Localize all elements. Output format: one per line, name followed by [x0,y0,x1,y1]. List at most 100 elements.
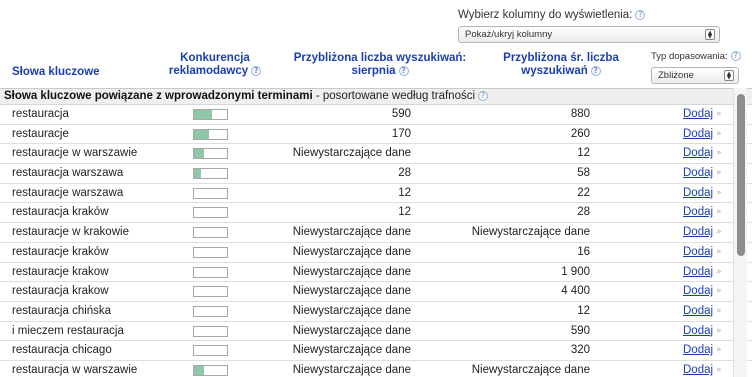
chevron-icon[interactable]: » [716,164,722,183]
avg-searches-cell: Niewystarczające dane [471,363,590,376]
header-august-searches[interactable]: Przybliżona liczba wyszukiwań: sierpnia? [285,52,475,78]
chevron-icon[interactable]: » [716,144,722,163]
avg-searches-cell: 58 [577,167,590,180]
scrollbar-thumb[interactable] [737,94,745,256]
keyword-cell: restauracje warszawa [12,186,124,199]
chevron-icon[interactable]: » [716,361,722,377]
chevron-icon[interactable]: » [716,302,722,321]
keyword-cell: restauracje w krakowie [12,226,129,239]
header-competition[interactable]: Konkurencja reklamodawcy? [160,52,270,78]
avg-searches-cell: Niewystarczające dane [471,226,590,239]
august-searches-cell: Niewystarczające dane [292,304,411,317]
table-row: restauracje w krakowie Niewystarczające d… [0,223,752,243]
add-keyword-link[interactable]: Dodaj [683,302,713,321]
chevron-icon[interactable]: » [716,282,722,301]
table-row: restauracje warszawa 12 22 Dodaj» [0,184,752,204]
scrollbar[interactable] [733,88,747,377]
keyword-cell: restauracja chicago [12,344,112,357]
table-row: restauracja 590 880 Dodaj» [0,105,752,125]
competition-bar-fill [194,365,204,375]
match-type: Typ dopasowania:? Zbliżone ▲ ▼ [651,51,741,84]
add-keyword-link[interactable]: Dodaj [683,144,713,163]
add-keyword-link[interactable]: Dodaj [683,361,713,377]
august-searches-cell: Niewystarczające dane [292,226,411,239]
avg-searches-cell: 260 [570,127,590,140]
chevron-icon[interactable]: » [716,243,722,262]
august-searches-cell: Niewystarczające dane [292,245,411,258]
match-type-label: Typ dopasowania:? [651,51,741,62]
competition-bar [193,266,228,278]
avg-searches-cell: 16 [577,245,590,258]
competition-bar-fill [194,129,209,139]
august-searches-cell: 12 [398,206,411,219]
help-icon[interactable]: ? [635,9,646,20]
table-row: restauracja warszawa 28 58 Dodaj» [0,164,752,184]
table-row: restauracje krakow Niewystarczające dane 1… [0,263,752,283]
keyword-cell: restauracje krakow [12,265,109,278]
help-icon[interactable]: ? [730,51,741,62]
keyword-cell: restauracja chińska [12,304,112,317]
add-keyword-link[interactable]: Dodaj [683,125,713,144]
table-row: restauracje kraków Niewystarczające dane 1… [0,243,752,263]
table-body: restauracja 590 880 Dodaj» restauracje 170 260… [0,105,752,377]
help-icon[interactable]: ? [590,65,601,76]
select-arrows-icon: ▲ ▼ [724,70,734,81]
add-keyword-link[interactable]: Dodaj [683,223,713,242]
add-keyword-link[interactable]: Dodaj [683,164,713,183]
competition-bar-fill [194,110,213,119]
keyword-cell: restauracja krakow [12,285,109,298]
add-keyword-link[interactable]: Dodaj [683,341,713,360]
chevron-icon[interactable]: » [716,263,722,282]
august-searches-cell: 590 [391,108,411,120]
august-searches-cell: Niewystarczające dane [292,147,411,160]
chevron-icon[interactable]: » [716,341,722,360]
chevron-icon[interactable]: » [716,125,722,144]
avg-searches-cell: 880 [570,108,590,120]
competition-bar [193,246,228,258]
keyword-cell: restauracje [12,127,69,140]
august-searches-cell: Niewystarczające dane [292,285,411,298]
chevron-icon[interactable]: » [716,203,722,222]
help-icon[interactable]: ? [478,90,489,101]
help-icon[interactable]: ? [398,65,409,76]
add-keyword-link[interactable]: Dodaj [683,243,713,262]
column-picker-select[interactable]: Pokaż/ukryj kolumny ▲ ▼ [458,26,720,43]
add-keyword-link[interactable]: Dodaj [683,203,713,222]
header-keywords[interactable]: Słowa kluczowe [12,66,100,79]
august-searches-cell: 170 [391,127,411,140]
chevron-icon[interactable]: » [716,184,722,203]
chevron-icon[interactable]: » [716,105,722,124]
competition-bar [193,109,228,120]
add-keyword-link[interactable]: Dodaj [683,282,713,301]
table-header: Słowa kluczowe Konkurencja reklamodawcy?… [0,48,752,88]
competition-bar [193,227,228,239]
help-icon[interactable]: ? [251,65,262,76]
competition-bar [193,345,228,357]
competition-bar [193,364,228,376]
match-type-select[interactable]: Zbliżone ▲ ▼ [651,67,739,84]
add-keyword-link[interactable]: Dodaj [683,105,713,124]
keyword-cell: restauracja kraków [12,206,109,219]
table-row: restauracja chicago Niewystarczające dane… [0,341,752,361]
add-keyword-link[interactable]: Dodaj [683,322,713,341]
competition-bar [193,305,228,317]
chevron-icon[interactable]: » [716,322,722,341]
table-row: i mieczem restauracja Niewystarczające da… [0,322,752,342]
avg-searches-cell: 590 [570,324,590,337]
avg-searches-cell: 1 900 [561,265,590,278]
august-searches-cell: Niewystarczające dane [292,344,411,357]
avg-searches-cell: 320 [570,344,590,357]
avg-searches-cell: 12 [577,304,590,317]
add-keyword-link[interactable]: Dodaj [683,263,713,282]
table-row: restauracje 170 260 Dodaj» [0,125,752,145]
august-searches-cell: Niewystarczające dane [292,265,411,278]
august-searches-cell: Niewystarczające dane [292,363,411,376]
chevron-icon[interactable]: » [716,223,722,242]
column-picker-label: Wybierz kolumny do wyświetlenia:? [458,8,720,22]
keyword-cell: restauracja [12,108,69,120]
header-avg-searches[interactable]: Przybliżona śr. liczba wyszukiwań? [486,52,636,78]
competition-bar [193,207,228,219]
add-keyword-link[interactable]: Dodaj [683,184,713,203]
avg-searches-cell: 28 [577,206,590,219]
competition-bar [193,128,228,140]
